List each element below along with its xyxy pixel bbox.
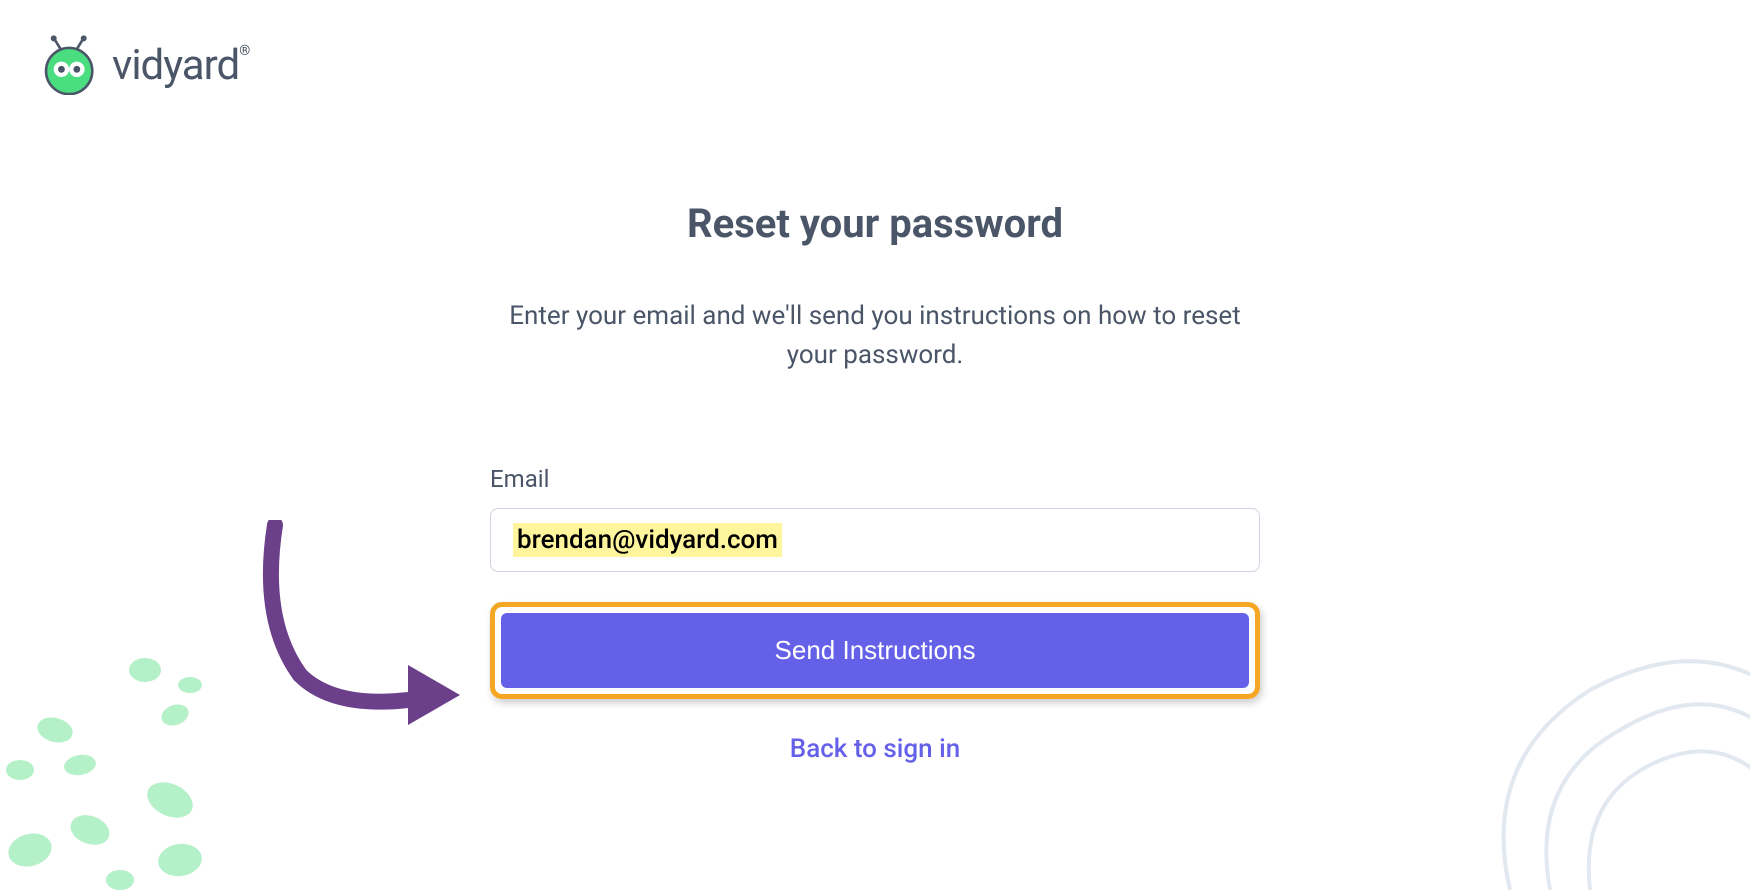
background-decoration-spots [0,650,280,890]
logo: vidyard® [40,35,249,95]
vidyard-logo-icon [40,35,100,95]
send-instructions-button[interactable]: Send Instructions [501,613,1249,688]
email-field[interactable]: brendan@vidyard.com [490,508,1260,572]
annotation-arrow-icon [250,520,490,730]
logo-text: vidyard® [112,41,249,90]
back-to-sign-in-link[interactable]: Back to sign in [490,734,1260,764]
page-description: Enter your email and we'll send you inst… [490,297,1260,375]
annotation-highlight-box: Send Instructions [490,602,1260,699]
email-label: Email [490,465,1260,493]
reset-form: Email brendan@vidyard.com Send Instructi… [490,465,1260,764]
reset-password-panel: Reset your password Enter your email and… [490,200,1260,764]
background-decoration-curves [1250,540,1750,890]
page-title: Reset your password [490,200,1260,247]
email-value-highlighted: brendan@vidyard.com [513,523,782,557]
